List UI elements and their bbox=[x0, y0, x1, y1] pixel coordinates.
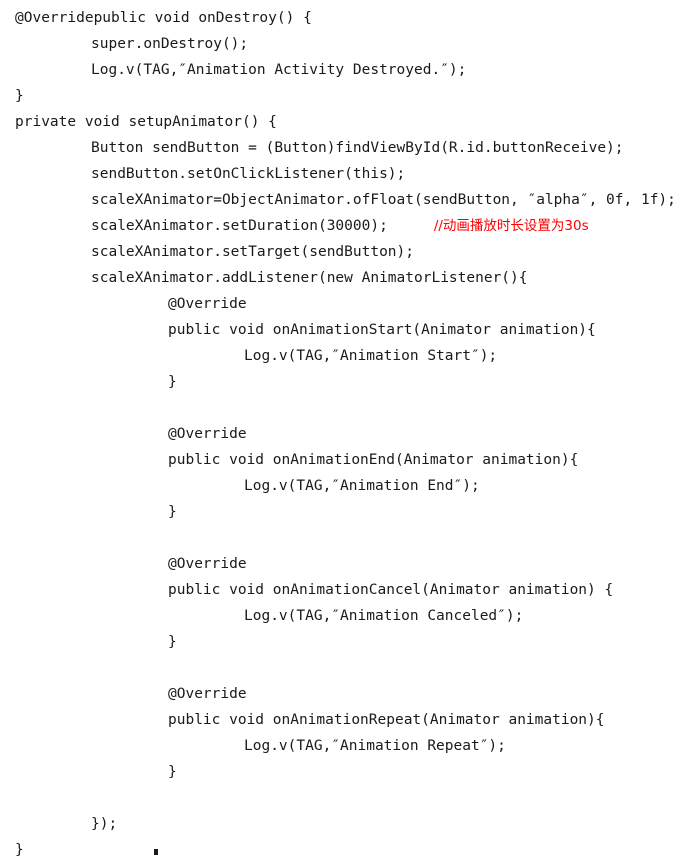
code-text: Log.v(TAG,″Animation Activity Destroyed.… bbox=[91, 62, 467, 78]
code-text: private void setupAnimator() { bbox=[15, 114, 277, 130]
code-line: Button sendButton = (Button)findViewById… bbox=[0, 134, 697, 160]
code-line: private void setupAnimator() { bbox=[0, 108, 697, 134]
code-text: @Overridepublic void onDestroy() { bbox=[15, 10, 312, 26]
code-line: super.onDestroy(); bbox=[0, 30, 697, 56]
code-text: public void onAnimationStart(Animator an… bbox=[168, 322, 596, 338]
code-text: @Override bbox=[168, 686, 247, 702]
code-line: } bbox=[0, 498, 697, 524]
code-text: scaleXAnimator=ObjectAnimator.ofFloat(se… bbox=[91, 192, 676, 208]
inline-comment: //动画播放时长设置为30s bbox=[433, 218, 589, 234]
code-text: Log.v(TAG,″Animation Start″); bbox=[244, 348, 498, 364]
code-line: scaleXAnimator=ObjectAnimator.ofFloat(se… bbox=[0, 186, 697, 212]
code-text: Log.v(TAG,″Animation Repeat″); bbox=[244, 738, 506, 754]
code-text: }); bbox=[91, 816, 118, 832]
code-listing: @Overridepublic void onDestroy() { super.… bbox=[0, 0, 697, 858]
code-text: } bbox=[15, 842, 24, 858]
code-text: sendButton.setOnClickListener(this); bbox=[91, 166, 406, 182]
code-line: @Overridepublic void onDestroy() { bbox=[0, 4, 697, 30]
code-text: } bbox=[168, 634, 177, 650]
code-text: @Override bbox=[168, 556, 247, 572]
code-line: public void onAnimationEnd(Animator anim… bbox=[0, 446, 697, 472]
code-line: } bbox=[0, 628, 697, 654]
code-line: Log.v(TAG,″Animation Start″); bbox=[0, 342, 697, 368]
code-line: }); bbox=[0, 810, 697, 836]
code-line: public void onAnimationStart(Animator an… bbox=[0, 316, 697, 342]
code-text: } bbox=[168, 504, 177, 520]
code-text: public void onAnimationCancel(Animator a… bbox=[168, 582, 614, 598]
code-line: } bbox=[0, 368, 697, 394]
code-line: Log.v(TAG,″Animation Canceled″); bbox=[0, 602, 697, 628]
code-text: Log.v(TAG,″Animation End″); bbox=[244, 478, 480, 494]
code-line: scaleXAnimator.setDuration(30000); //动画播放… bbox=[0, 212, 697, 238]
code-line: @Override bbox=[0, 290, 697, 316]
code-text: @Override bbox=[168, 296, 247, 312]
code-line: sendButton.setOnClickListener(this); bbox=[0, 160, 697, 186]
code-text: Log.v(TAG,″Animation Canceled″); bbox=[244, 608, 524, 624]
code-line: Log.v(TAG,″Animation Repeat″); bbox=[0, 732, 697, 758]
code-text: scaleXAnimator.setDuration(30000); bbox=[91, 218, 388, 234]
code-line: } bbox=[0, 758, 697, 784]
code-text: super.onDestroy(); bbox=[91, 36, 249, 52]
code-text: } bbox=[168, 374, 177, 390]
code-line: Log.v(TAG,″Animation End″); bbox=[0, 472, 697, 498]
code-line: scaleXAnimator.setTarget(sendButton); bbox=[0, 238, 697, 264]
code-text: public void onAnimationEnd(Animator anim… bbox=[168, 452, 579, 468]
code-text: public void onAnimationRepeat(Animator a… bbox=[168, 712, 605, 728]
code-text: scaleXAnimator.setTarget(sendButton); bbox=[91, 244, 415, 260]
code-line: } bbox=[0, 836, 697, 862]
code-text: @Override bbox=[168, 426, 247, 442]
code-body: @Overridepublic void onDestroy() { super.… bbox=[0, 4, 697, 862]
code-line: @Override bbox=[0, 420, 697, 446]
code-text: scaleXAnimator.addListener(new AnimatorL… bbox=[91, 270, 528, 286]
code-line: @Override bbox=[0, 680, 697, 706]
code-text: Button sendButton = (Button)findViewById… bbox=[91, 140, 624, 156]
code-line: } bbox=[0, 82, 697, 108]
code-line: Log.v(TAG,″Animation Activity Destroyed.… bbox=[0, 56, 697, 82]
code-text: } bbox=[168, 764, 177, 780]
code-line: public void onAnimationRepeat(Animator a… bbox=[0, 706, 697, 732]
code-line: scaleXAnimator.addListener(new AnimatorL… bbox=[0, 264, 697, 290]
code-text: } bbox=[15, 88, 24, 104]
code-line: @Override bbox=[0, 550, 697, 576]
page-bottom-mark bbox=[154, 849, 158, 855]
code-line: public void onAnimationCancel(Animator a… bbox=[0, 576, 697, 602]
